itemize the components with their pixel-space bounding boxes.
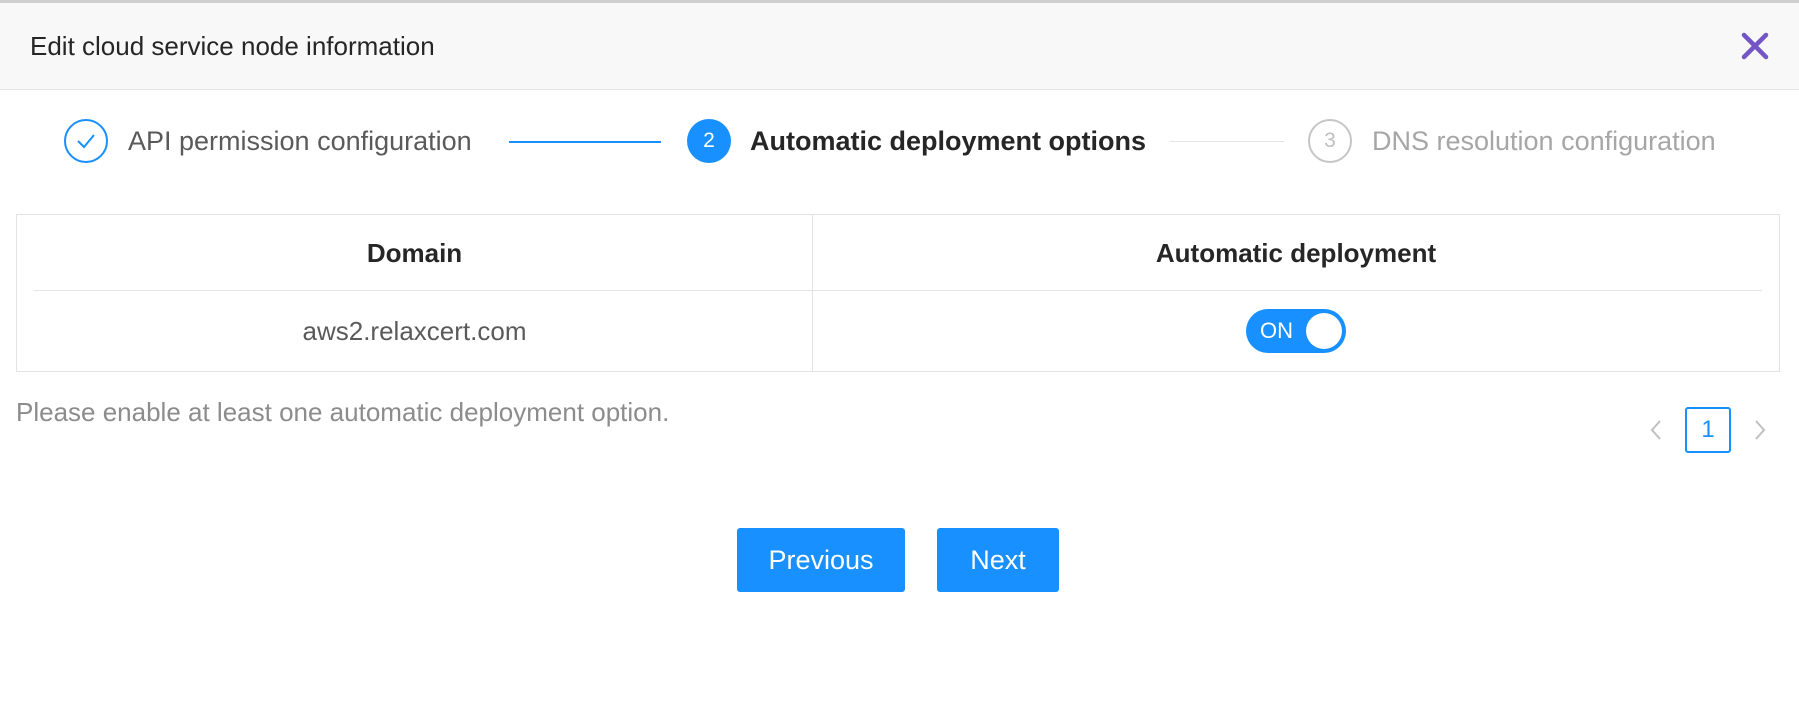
validation-hint: Please enable at least one automatic dep…	[16, 397, 670, 427]
auto-deploy-toggle[interactable]: ON	[1246, 309, 1346, 353]
dialog-header: Edit cloud service node information	[0, 3, 1799, 90]
page-1-button[interactable]: 1	[1685, 407, 1731, 453]
previous-button[interactable]: Previous	[737, 528, 905, 592]
step-3-indicator: 3	[1308, 119, 1352, 163]
auto-deploy-cell: ON	[813, 291, 1779, 371]
close-button[interactable]	[1735, 26, 1775, 66]
domains-table: Domain Automatic deployment aws2.relaxce…	[16, 214, 1780, 372]
table-header: Domain Automatic deployment	[17, 215, 1779, 291]
next-button[interactable]: Next	[937, 528, 1059, 592]
next-page-button[interactable]	[1744, 406, 1776, 454]
column-header-auto-deploy: Automatic deployment	[1155, 237, 1437, 268]
table-row: aws2.relaxcert.com ON	[17, 291, 1779, 371]
step-connector-1	[509, 141, 661, 143]
chevron-right-icon[interactable]	[1752, 418, 1768, 442]
column-header-domain: Domain	[366, 237, 463, 268]
step-1-label: API permission configuration	[128, 126, 472, 156]
step-3-label: DNS resolution configuration	[1372, 126, 1716, 156]
step-2-label: Automatic deployment options	[750, 126, 1147, 156]
dialog-title: Edit cloud service node information	[30, 30, 435, 61]
step-1-indicator	[64, 119, 108, 163]
step-2-indicator: 2	[687, 119, 731, 163]
pagination: 1	[1640, 406, 1776, 454]
domain-cell: aws2.relaxcert.com	[302, 315, 527, 346]
close-icon[interactable]	[1740, 31, 1770, 61]
steps-bar: API permission configuration 2 Automatic…	[0, 90, 1799, 206]
step-connector-2	[1170, 141, 1284, 142]
chevron-left-icon[interactable]	[1648, 418, 1664, 442]
toggle-knob	[1306, 313, 1342, 349]
edit-node-dialog: Edit cloud service node information API …	[0, 0, 1799, 709]
check-icon	[77, 134, 95, 149]
toggle-state-label: ON	[1260, 318, 1293, 343]
prev-page-button[interactable]	[1640, 406, 1672, 454]
